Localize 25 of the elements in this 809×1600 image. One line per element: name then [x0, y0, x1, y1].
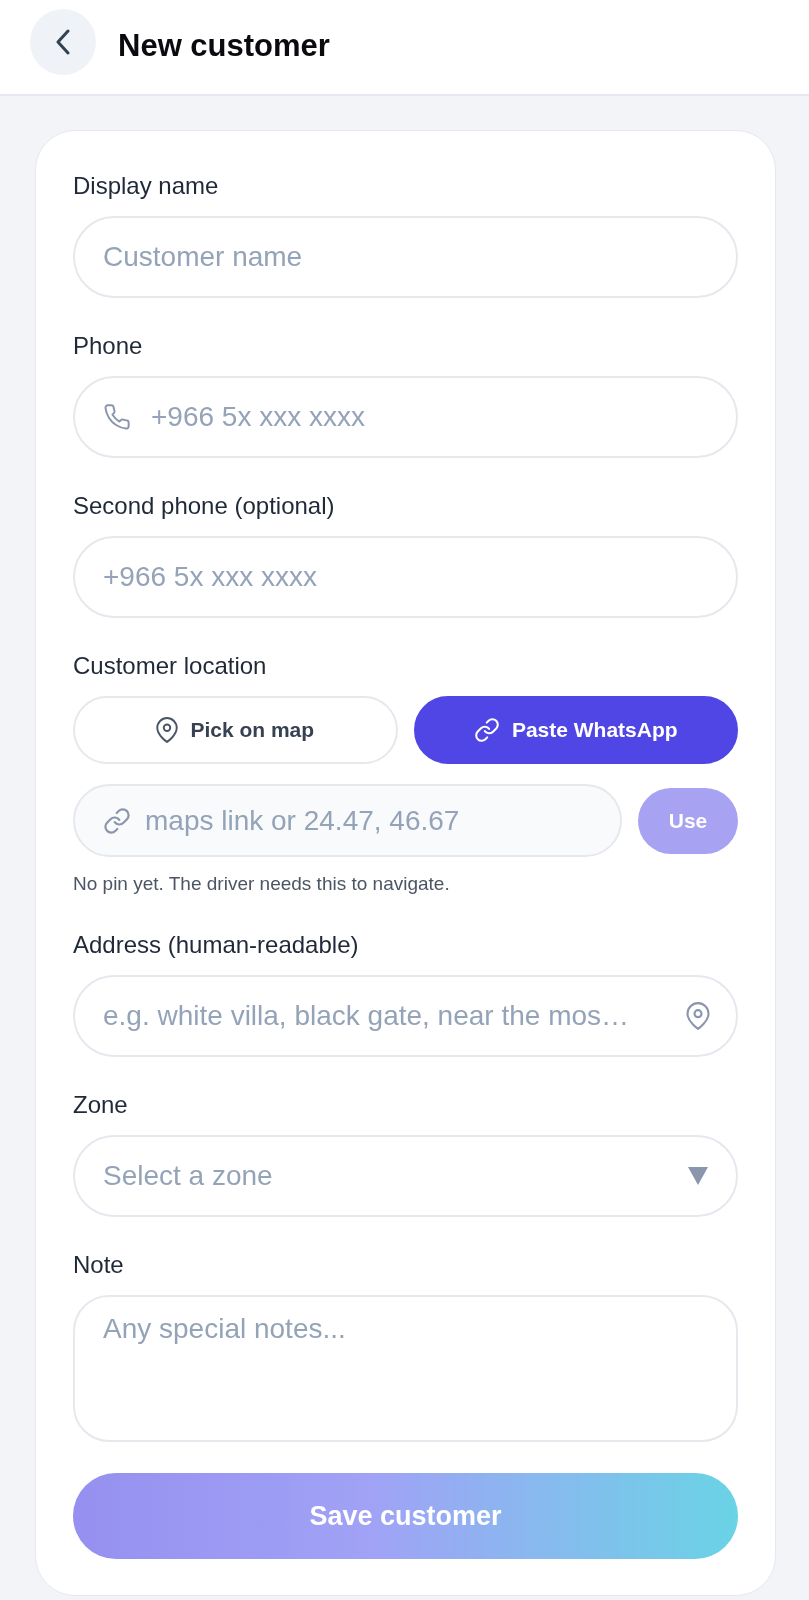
address-field[interactable]: e.g. white villa, black gate, near the mos…: [73, 975, 738, 1057]
field-label: Zone: [73, 1091, 129, 1119]
input-field[interactable]: +966 5x xxx xxxx: [73, 536, 738, 618]
zone-select[interactable]: Select a zone: [73, 1135, 738, 1217]
phone-field[interactable]: +966 5x xxx xxxx: [73, 376, 738, 458]
link-icon: [103, 806, 131, 835]
field-label: Address (human-readable): [73, 931, 360, 959]
field-label: Display name: [73, 172, 220, 200]
paste-link-button[interactable]: Paste WhatsApp: [413, 696, 738, 764]
page-title: New customer: [118, 26, 330, 65]
map-pin-icon: [686, 1002, 710, 1030]
field-label: Note: [73, 1251, 125, 1279]
field-label: Second phone (optional): [73, 492, 336, 520]
phone-icon: [103, 403, 131, 431]
maps-link-field[interactable]: maps link or 24.47, 46.67: [73, 784, 622, 857]
field-label: Phone: [73, 332, 144, 360]
input-field[interactable]: Customer name: [73, 216, 738, 298]
link-icon: [473, 717, 500, 743]
note-field[interactable]: Any special notes...: [73, 1295, 738, 1442]
pick-on-map-button[interactable]: Pick on map: [73, 696, 398, 764]
caret-down-icon: [688, 1167, 708, 1185]
map-pin-icon: [156, 717, 179, 743]
chevron-left-icon: [56, 29, 70, 55]
field-label: Customer location: [73, 652, 268, 680]
hint-text: No pin yet. The driver needs this to navigate.: [73, 872, 451, 896]
